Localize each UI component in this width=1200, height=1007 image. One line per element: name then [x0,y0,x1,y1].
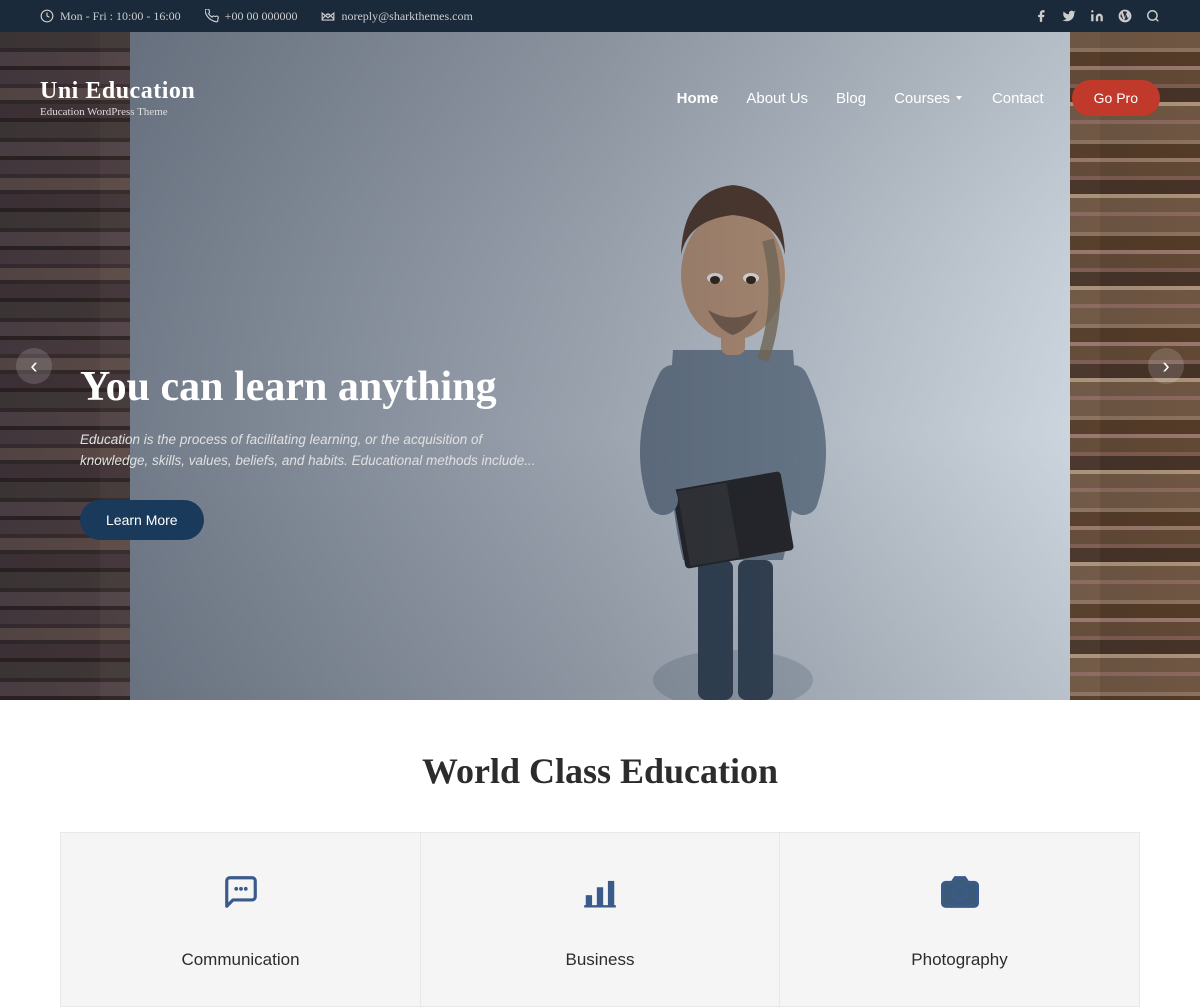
linkedin-link[interactable] [1090,9,1104,23]
logo-subtitle: Education WordPress Theme [40,106,195,118]
top-bar: Mon - Fri : 10:00 - 16:00 +00 00 000000 … [0,0,1200,32]
chat-icon [222,873,260,911]
facebook-icon [1034,9,1048,23]
nav-courses[interactable]: Courses [894,90,964,107]
hours-text: Mon - Fri : 10:00 - 16:00 [60,9,181,24]
email-info: noreply@sharkthemes.com [321,9,472,24]
search-icon-topbar [1146,9,1160,23]
email-icon [321,9,335,23]
hours-info: Mon - Fri : 10:00 - 16:00 [40,9,181,24]
navbar: Uni Education Education WordPress Theme … [0,64,1200,132]
linkedin-icon [1090,9,1104,23]
camera-icon [941,873,979,911]
cards-row: Communication Business Pho [40,832,1160,1007]
chart-icon [581,873,619,911]
hero-description: Education is the process of facilitating… [80,429,540,472]
hero-title: You can learn anything [80,362,540,412]
education-section: World Class Education Communication [0,700,1200,1007]
nav-blog[interactable]: Blog [836,90,866,107]
go-pro-button[interactable]: Go Pro [1072,80,1160,116]
phone-info: +00 00 000000 [205,9,298,24]
search-link[interactable] [1146,9,1160,23]
email-text: noreply@sharkthemes.com [341,9,472,24]
nav-links: Home About Us Blog Courses Contact Go Pr… [677,80,1160,116]
section-title: World Class Education [40,750,1160,792]
communication-label: Communication [181,950,299,970]
phone-icon [205,9,219,23]
twitter-link[interactable] [1062,9,1076,23]
top-bar-left: Mon - Fri : 10:00 - 16:00 +00 00 000000 … [40,9,473,24]
nav-about[interactable]: About Us [746,90,808,107]
top-bar-right [1034,9,1160,23]
nav-home[interactable]: Home [677,90,719,107]
wordpress-link[interactable] [1118,9,1132,23]
card-communication: Communication [60,832,420,1007]
business-icon-wrapper [581,873,619,934]
nav-contact[interactable]: Contact [992,90,1044,107]
clock-icon [40,9,54,23]
photography-label: Photography [911,950,1007,970]
twitter-icon [1062,9,1076,23]
card-business: Business [420,832,780,1007]
hero-content: You can learn anything Education is the … [80,362,540,540]
phone-text: +00 00 000000 [225,9,298,24]
learn-more-button[interactable]: Learn More [80,500,204,540]
slider-prev-button[interactable]: ‹ [16,348,52,384]
logo: Uni Education Education WordPress Theme [40,78,195,118]
chevron-down-icon [954,93,964,103]
facebook-link[interactable] [1034,9,1048,23]
logo-title: Uni Education [40,78,195,105]
business-label: Business [566,950,635,970]
photography-icon-wrapper [941,873,979,934]
card-photography: Photography [780,832,1140,1007]
wordpress-icon [1118,9,1132,23]
hero-section: Uni Education Education WordPress Theme … [0,32,1200,700]
communication-icon-wrapper [222,873,260,934]
slider-next-button[interactable]: › [1148,348,1184,384]
